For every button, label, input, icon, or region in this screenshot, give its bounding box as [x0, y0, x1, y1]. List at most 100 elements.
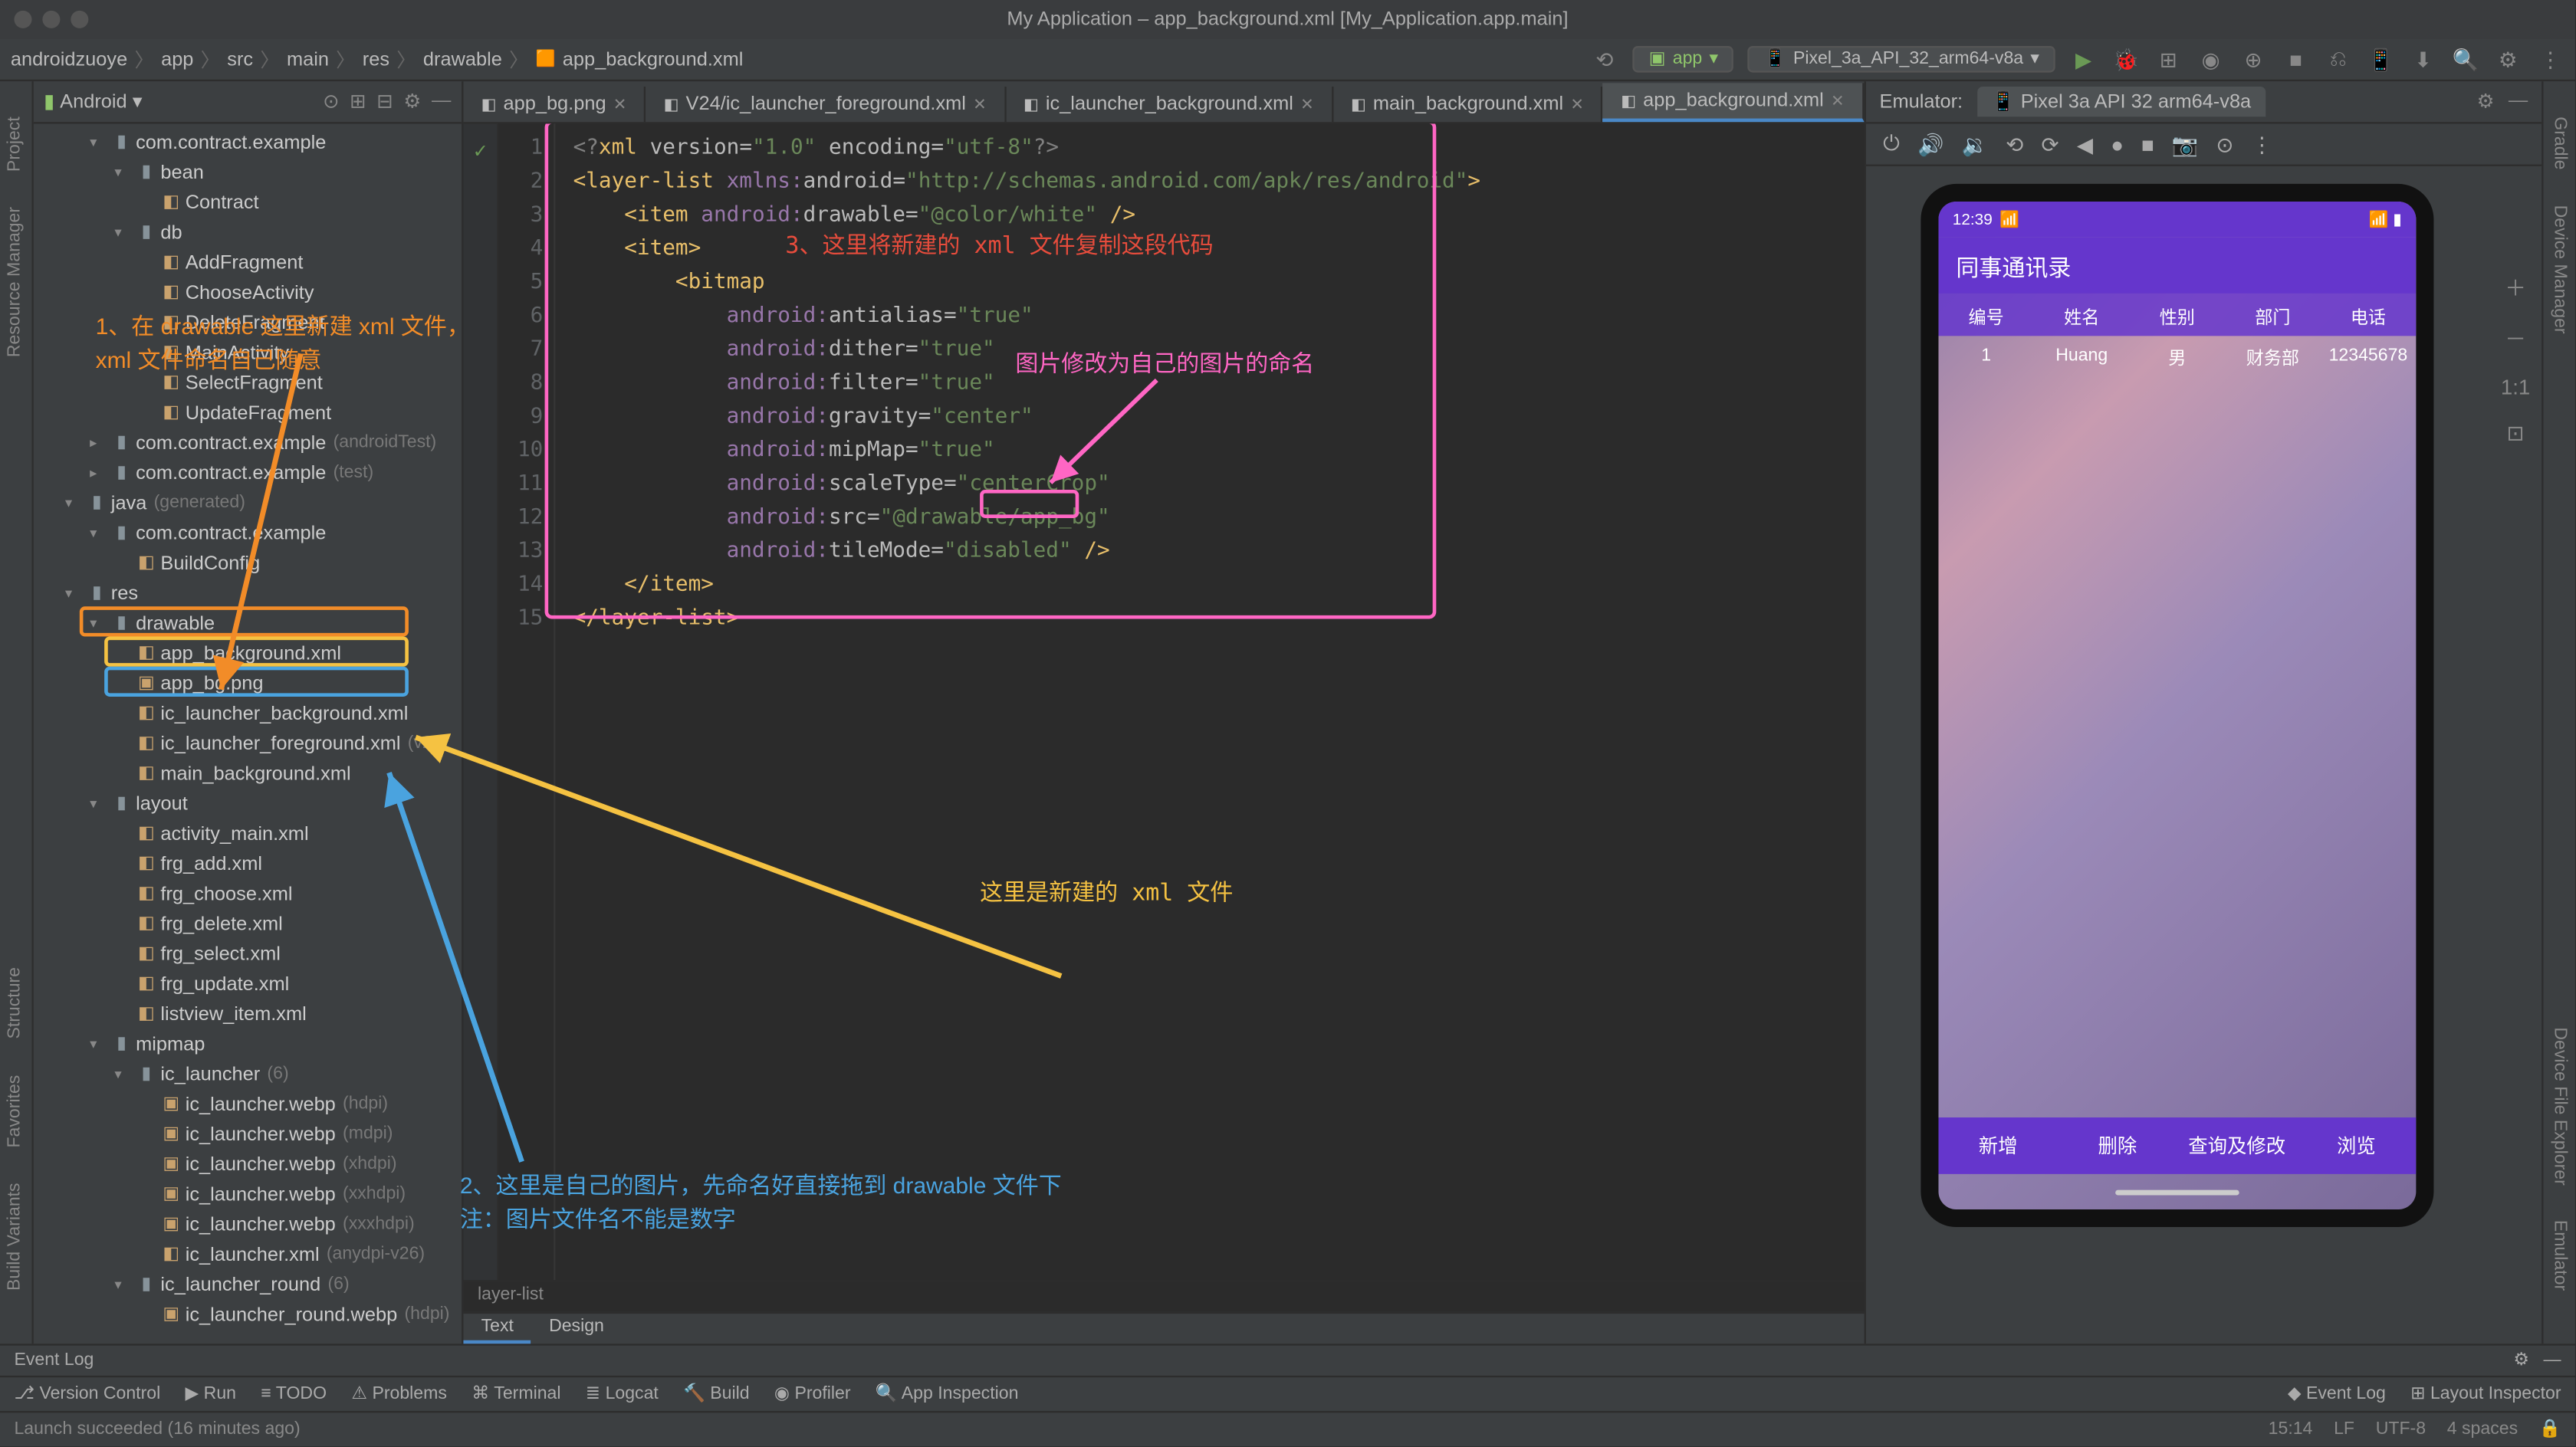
back-icon[interactable]: ◀: [2077, 132, 2093, 156]
phone-button[interactable]: 浏览: [2296, 1117, 2416, 1174]
git-icon[interactable]: ⎌: [2324, 45, 2352, 74]
gear-icon[interactable]: ⚙: [2477, 90, 2495, 113]
code-content[interactable]: <?xml version="1.0" encoding="utf-8"?> <…: [556, 123, 1864, 1280]
volume-down-icon[interactable]: 🔉: [1962, 132, 1988, 156]
window-controls[interactable]: [14, 11, 88, 28]
close-icon[interactable]: ✕: [1300, 94, 1313, 113]
more-icon[interactable]: ⋮: [2252, 132, 2273, 156]
phone-table-row[interactable]: 1Huang男财务部12345678: [1938, 336, 2416, 375]
tree-item[interactable]: ▾▮drawable: [33, 609, 462, 638]
gear-icon[interactable]: ⚙: [2513, 1351, 2529, 1370]
close-icon[interactable]: ✕: [613, 94, 626, 113]
tree-item[interactable]: ◧frg_choose.xml: [33, 879, 462, 909]
expand-icon[interactable]: ⊞: [350, 90, 366, 113]
device-file-explorer-button[interactable]: Device File Explorer: [2550, 1026, 2569, 1184]
run-button[interactable]: ▶ Run: [186, 1384, 237, 1403]
debug-icon[interactable]: 🐞: [2112, 45, 2141, 74]
avd-icon[interactable]: 📱: [2367, 45, 2395, 74]
line-ending[interactable]: LF: [2334, 1420, 2354, 1439]
version-control-button[interactable]: ⎇ Version Control: [14, 1384, 160, 1403]
tree-item[interactable]: ▾▮bean: [33, 157, 462, 187]
tree-item[interactable]: ▾▮res: [33, 578, 462, 608]
editor-tab[interactable]: ◧ic_launcher_background.xml✕: [1006, 87, 1333, 122]
zoom-actual-icon[interactable]: ⊡: [2506, 421, 2524, 445]
hide-icon[interactable]: —: [2543, 1351, 2561, 1370]
more-icon[interactable]: ⋮: [2536, 45, 2564, 74]
close-icon[interactable]: ✕: [1831, 91, 1844, 110]
tree-item[interactable]: ◧BuildConfig: [33, 548, 462, 578]
tree-item[interactable]: ▾▮layout: [33, 789, 462, 819]
zoom-out-icon[interactable]: －: [2505, 323, 2526, 353]
gear-icon[interactable]: ⚙: [403, 90, 421, 113]
run-icon[interactable]: ▶: [2069, 45, 2098, 74]
app-inspection-button[interactable]: 🔍 App Inspection: [876, 1384, 1019, 1403]
editor-tab[interactable]: ◧app_background.xml✕: [1603, 83, 1864, 122]
power-icon[interactable]: ⏻: [1883, 131, 1900, 158]
record-icon[interactable]: ⊙: [2216, 132, 2233, 156]
tree-item[interactable]: ◧activity_main.xml: [33, 819, 462, 848]
tree-item[interactable]: ▸▮com.contract.example(test): [33, 458, 462, 488]
volume-up-icon[interactable]: 🔊: [1917, 132, 1944, 156]
tree-item[interactable]: ◧UpdateFragment: [33, 398, 462, 428]
tree-item[interactable]: ▣ic_launcher.webp(xhdpi): [33, 1150, 462, 1180]
problems-button[interactable]: ⚠ Problems: [351, 1384, 447, 1403]
tree-item[interactable]: ▣ic_launcher.webp(mdpi): [33, 1119, 462, 1149]
phone-screen[interactable]: 12:39📶 📶 ▮ 同事通讯录 编号姓名性别部门电话 1Huang男财务部12…: [1938, 202, 2416, 1209]
tree-item[interactable]: ◧frg_add.xml: [33, 848, 462, 878]
tree-item[interactable]: ◧Contract: [33, 188, 462, 218]
tree-item[interactable]: ▸▮com.contract.example(androidTest): [33, 428, 462, 458]
encoding[interactable]: UTF-8: [2376, 1420, 2426, 1439]
tree-item[interactable]: ▾▮ic_launcher_round(6): [33, 1269, 462, 1299]
sdk-icon[interactable]: ⬇: [2409, 45, 2437, 74]
settings-icon[interactable]: ⚙: [2494, 45, 2522, 74]
stop-icon[interactable]: ■: [2282, 45, 2310, 74]
coverage-icon[interactable]: ⊞: [2154, 45, 2183, 74]
project-view-selector[interactable]: Android: [60, 91, 127, 113]
lock-icon[interactable]: 🔒: [2539, 1420, 2561, 1439]
breadcrumb[interactable]: androidzuoye〉app〉src〉main〉res〉drawable〉🟧…: [11, 45, 744, 74]
todo-button[interactable]: ≡ TODO: [261, 1384, 327, 1403]
tree-item[interactable]: ▣ic_launcher.webp(hdpi): [33, 1089, 462, 1119]
run-config-selector[interactable]: ▣ app ▾: [1633, 46, 1734, 73]
phone-nav-indicator[interactable]: [1938, 1174, 2416, 1209]
build-variants-button[interactable]: Build Variants: [6, 1183, 25, 1291]
event-log-bar[interactable]: Event Log ⚙—: [0, 1344, 2575, 1376]
tab-text[interactable]: Text: [464, 1314, 531, 1344]
tab-design[interactable]: Design: [531, 1314, 622, 1344]
layout-inspector-button[interactable]: ⊞ Layout Inspector: [2410, 1384, 2561, 1403]
sync-icon[interactable]: ⟲: [1591, 45, 1619, 74]
tree-item[interactable]: ◧main_background.xml: [33, 759, 462, 789]
tree-item[interactable]: ▾▮java(generated): [33, 488, 462, 518]
build-button[interactable]: 🔨 Build: [683, 1384, 749, 1403]
resource-manager-button[interactable]: Resource Manager: [6, 207, 25, 357]
tree-item[interactable]: ▾▮com.contract.example: [33, 127, 462, 157]
device-tab[interactable]: 📱 Pixel 3a API 32 arm64-v8a: [1977, 87, 2266, 116]
favorites-button[interactable]: Favorites: [6, 1075, 25, 1147]
event-log-button[interactable]: ◆ Event Log: [2288, 1384, 2386, 1403]
collapse-icon[interactable]: ⊟: [376, 90, 393, 113]
overview-icon[interactable]: ■: [2141, 132, 2154, 156]
tree-item[interactable]: ◧MainActivity: [33, 338, 462, 368]
indent[interactable]: 4 spaces: [2447, 1420, 2518, 1439]
logcat-button[interactable]: ≣ Logcat: [586, 1384, 659, 1403]
close-icon[interactable]: ✕: [1570, 94, 1583, 113]
screenshot-icon[interactable]: 📷: [2172, 132, 2198, 156]
tree-item[interactable]: ◧listview_item.xml: [33, 999, 462, 1029]
tree-item[interactable]: ◧ic_launcher_foreground.xml(v24): [33, 728, 462, 758]
tree-item[interactable]: ◧frg_delete.xml: [33, 909, 462, 939]
tree-item[interactable]: ◧frg_select.xml: [33, 939, 462, 969]
tree-item[interactable]: ▣ic_launcher.webp(xxhdpi): [33, 1180, 462, 1209]
tree-item[interactable]: ◧frg_update.xml: [33, 969, 462, 999]
home-icon[interactable]: ●: [2111, 132, 2124, 156]
tree-item[interactable]: ▾▮mipmap: [33, 1029, 462, 1059]
editor-tab[interactable]: ◧V24/ic_launcher_foreground.xml✕: [646, 87, 1006, 122]
phone-button[interactable]: 删除: [2058, 1117, 2177, 1174]
terminal-button[interactable]: ⌘ Terminal: [472, 1384, 560, 1403]
tree-item[interactable]: ▾▮com.contract.example: [33, 518, 462, 548]
phone-button[interactable]: 查询及修改: [2177, 1117, 2297, 1174]
search-icon[interactable]: 🔍: [2452, 45, 2480, 74]
tree-item[interactable]: ▣app_bg.png: [33, 668, 462, 698]
tree-item[interactable]: ▾▮db: [33, 218, 462, 248]
project-tree[interactable]: ▾▮com.contract.example▾▮bean◧Contract▾▮d…: [33, 123, 462, 1344]
profile-icon[interactable]: ◉: [2196, 45, 2225, 74]
